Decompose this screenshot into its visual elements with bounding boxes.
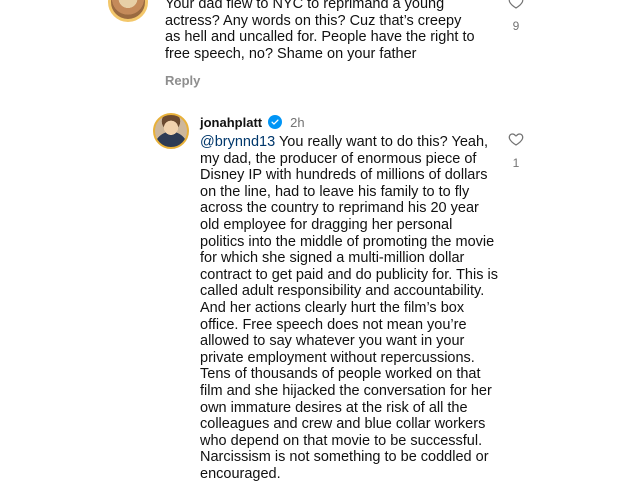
reply-header: jonahplatt 2h — [200, 113, 305, 131]
reply-timestamp: 2h — [290, 114, 305, 130]
heart-outline-icon[interactable] — [508, 131, 524, 147]
mention-link[interactable]: @brynnd13 — [200, 134, 275, 150]
parent-like-count: 9 — [512, 19, 520, 33]
heart-outline-icon[interactable] — [508, 0, 524, 10]
parent-comment-text: Your dad flew to NYC to reprimand a youn… — [165, 0, 475, 62]
reply-button[interactable]: Reply — [165, 73, 200, 88]
reply-comment-text: @brynnd13 You really want to do this? Ye… — [200, 134, 500, 482]
reply-username[interactable]: jonahplatt — [200, 115, 262, 130]
reply-avatar[interactable] — [153, 113, 189, 149]
reply-body: You really want to do this? Yeah, my dad… — [200, 134, 498, 482]
verified-badge-icon — [268, 115, 283, 129]
reply-like-count: 1 — [512, 156, 520, 170]
